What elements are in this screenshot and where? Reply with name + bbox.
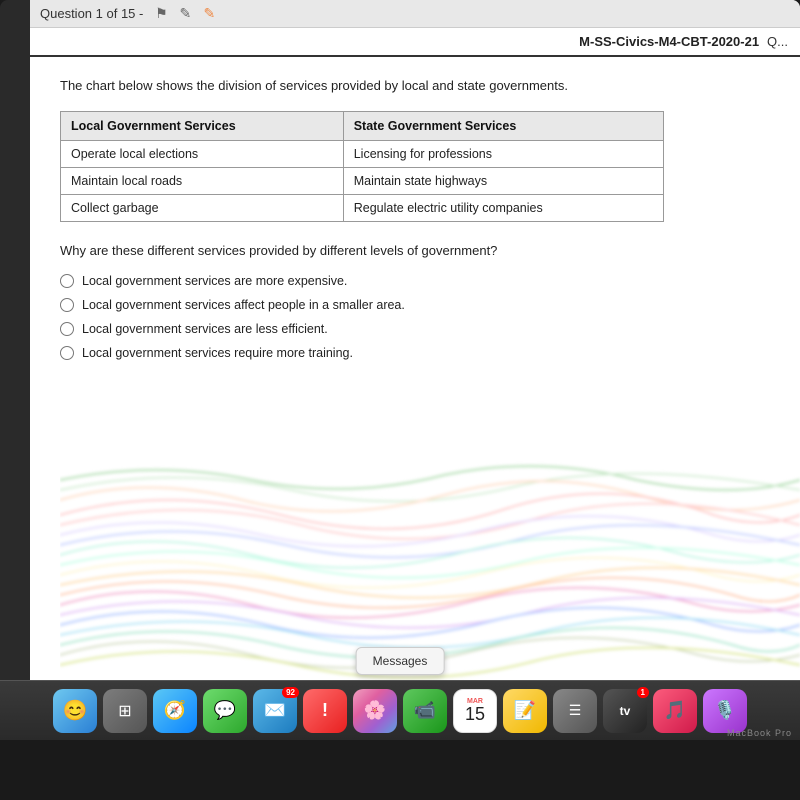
dock-calendar[interactable]: MAR 15 [453, 689, 497, 733]
dock-podcasts[interactable]: 🎙️ [703, 689, 747, 733]
answer-choice-b[interactable]: Local government services affect people … [60, 298, 770, 312]
answer-choice-a[interactable]: Local government services are more expen… [60, 274, 770, 288]
dock-launchpad[interactable]: ⊞ [103, 689, 147, 733]
col1-header: Local Government Services [61, 112, 344, 141]
table-cell-state: Maintain state highways [343, 168, 663, 195]
dock-reminders2[interactable]: ☰ [553, 689, 597, 733]
nav-icons: ⚑ ✎ ✎ [151, 4, 219, 24]
dock: 😊 ⊞ 🧭 💬 ✉️ 92 ! 🌸 📹 [0, 680, 800, 740]
content-area: M-SS-Civics-M4-CBT-2020-21 Q... The char… [30, 28, 800, 740]
dock-safari[interactable]: 🧭 [153, 689, 197, 733]
answer-choice-d[interactable]: Local government services require more t… [60, 346, 770, 360]
question-content: The chart below shows the division of se… [30, 57, 800, 380]
col2-header: State Government Services [343, 112, 663, 141]
appletv-badge: 1 [637, 687, 649, 698]
calendar-day: 15 [465, 705, 485, 723]
radio-button-a[interactable] [60, 274, 74, 288]
question-label: Q... [767, 34, 788, 49]
dock-messages[interactable]: 💬 [203, 689, 247, 733]
radio-button-d[interactable] [60, 346, 74, 360]
question-description: The chart below shows the division of se… [60, 77, 770, 95]
dock-finder[interactable]: 😊 [53, 689, 97, 733]
radio-button-c[interactable] [60, 322, 74, 336]
mail-badge: 92 [282, 687, 299, 698]
exam-code: M-SS-Civics-M4-CBT-2020-21 [579, 34, 759, 49]
app-window: Question 1 of 15 - ⚑ ✎ ✎ M-SS-Civics-M4-… [30, 0, 800, 740]
flag-icon[interactable]: ⚑ [151, 4, 171, 24]
screen-bezel: Question 1 of 15 - ⚑ ✎ ✎ M-SS-Civics-M4-… [0, 0, 800, 740]
macbook-label: MacBook Pro [727, 728, 792, 738]
table-row: Operate local electionsLicensing for pro… [61, 141, 664, 168]
table-row: Collect garbageRegulate electric utility… [61, 195, 664, 222]
dock-photos[interactable]: 🌸 [353, 689, 397, 733]
choice-text-a: Local government services are more expen… [82, 274, 347, 288]
choice-text-b: Local government services affect people … [82, 298, 405, 312]
dock-music[interactable]: 🎵 [653, 689, 697, 733]
table-cell-state: Regulate electric utility companies [343, 195, 663, 222]
toolbar: Question 1 of 15 - ⚑ ✎ ✎ [30, 0, 800, 28]
services-table: Local Government Services State Governme… [60, 111, 664, 222]
dock-reminders[interactable]: ! [303, 689, 347, 733]
table-row: Maintain local roadsMaintain state highw… [61, 168, 664, 195]
exam-header: M-SS-Civics-M4-CBT-2020-21 Q... [30, 28, 800, 57]
choice-text-c: Local government services are less effic… [82, 322, 328, 336]
question-nav: Question 1 of 15 - [40, 6, 143, 21]
choice-text-d: Local government services require more t… [82, 346, 353, 360]
table-cell-local: Collect garbage [61, 195, 344, 222]
dock-appletv[interactable]: tv 1 [603, 689, 647, 733]
question-prompt: Why are these different services provide… [60, 242, 770, 260]
table-cell-local: Operate local elections [61, 141, 344, 168]
question-counter: Question 1 of 15 - [40, 6, 143, 21]
dock-notes[interactable]: 📝 [503, 689, 547, 733]
answer-choice-c[interactable]: Local government services are less effic… [60, 322, 770, 336]
radio-button-b[interactable] [60, 298, 74, 312]
pencil-icon[interactable]: ✎ [175, 4, 195, 24]
dock-facetime[interactable]: 📹 [403, 689, 447, 733]
color-icon[interactable]: ✎ [199, 4, 219, 24]
table-cell-local: Maintain local roads [61, 168, 344, 195]
dock-mail[interactable]: ✉️ 92 [253, 689, 297, 733]
messages-popup[interactable]: Messages [356, 647, 445, 675]
calendar-display: MAR 15 [465, 698, 485, 723]
answer-choices: Local government services are more expen… [60, 274, 770, 360]
table-cell-state: Licensing for professions [343, 141, 663, 168]
